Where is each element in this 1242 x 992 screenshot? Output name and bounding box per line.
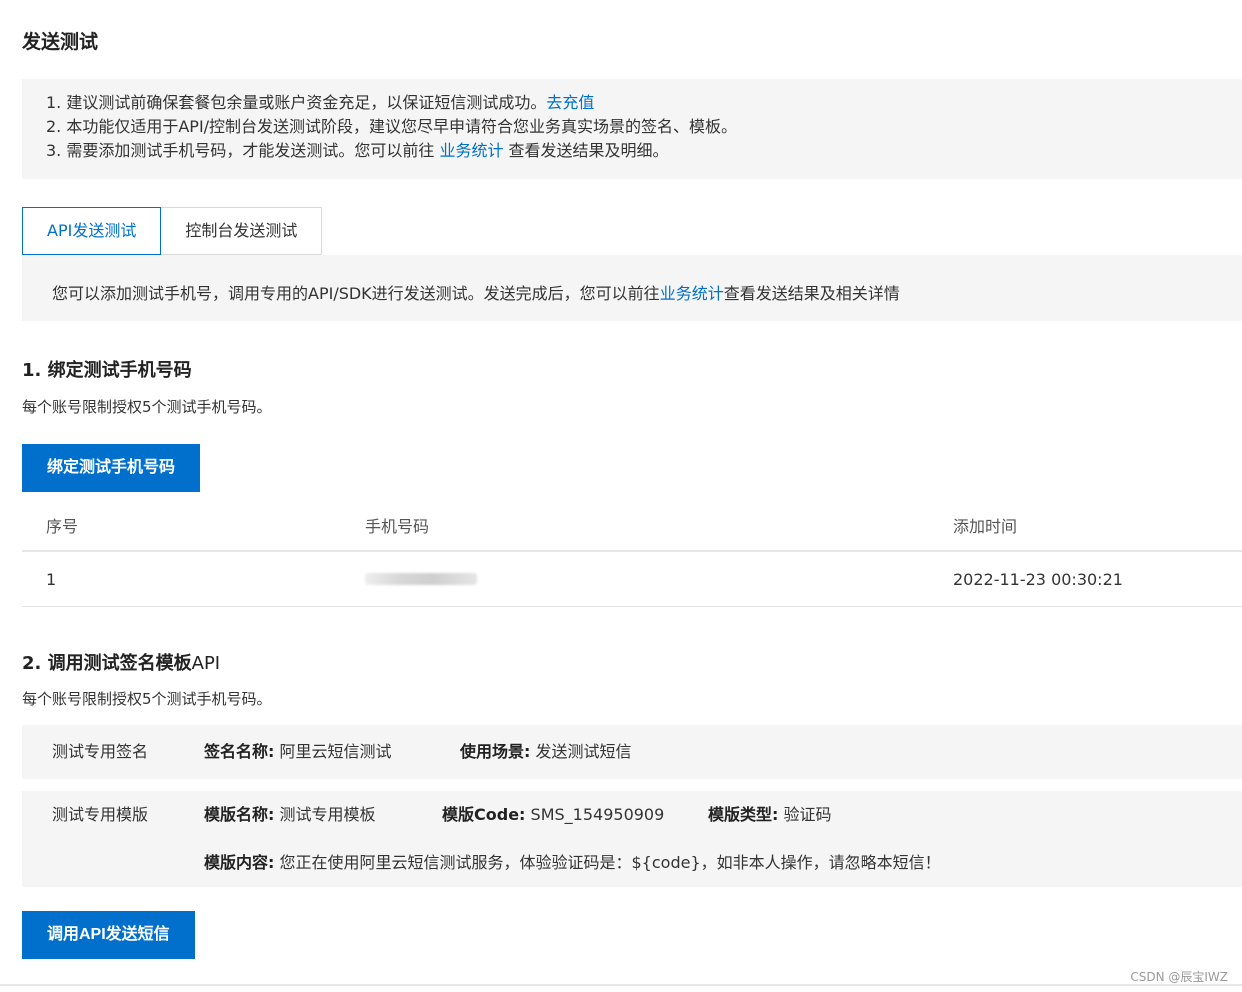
template-code-field: 模版Code: SMS_154950909	[442, 803, 664, 827]
section-2-subtitle: 每个账号限制授权5个测试手机号码。	[22, 690, 272, 708]
template-content-field: 模版内容: 您正在使用阿里云短信测试服务，体验验证码是：${code}，如非本人…	[204, 851, 941, 875]
blurred-phone-number	[365, 573, 477, 585]
template-code-value: SMS_154950909	[530, 805, 665, 824]
csdn-watermark: CSDN @辰宝IWZ	[1130, 970, 1228, 984]
notice-line-3-text: 3. 需要添加测试手机号码，才能发送测试。您可以前往	[46, 141, 440, 160]
row-index: 1	[46, 570, 57, 589]
section-1-subtitle: 每个账号限制授权5个测试手机号码。	[22, 398, 272, 416]
header-index: 序号	[46, 517, 79, 536]
template-content-key: 模版内容:	[204, 853, 275, 872]
signature-scene-field: 使用场景: 发送测试短信	[460, 725, 632, 779]
template-label: 测试专用模版	[52, 805, 149, 824]
section-2-title-bold: 2. 调用测试签名模板	[22, 653, 192, 674]
template-code-key: 模版Code:	[442, 805, 526, 824]
tab-description: 您可以添加测试手机号，调用专用的API/SDK进行发送测试。发送完成后，您可以前…	[22, 255, 1242, 321]
tab-console-send-test[interactable]: 控制台发送测试	[161, 207, 323, 255]
template-name-key: 模版名称:	[204, 805, 275, 824]
template-name-field: 模版名称: 测试专用模板	[204, 803, 376, 827]
notice-panel: 1. 建议测试前确保套餐包余量或账户资金充足，以保证短信测试成功。去充值 2. …	[22, 79, 1242, 179]
signature-label: 测试专用签名	[52, 742, 149, 761]
recharge-link[interactable]: 去充值	[546, 93, 594, 112]
description-text: 您可以添加测试手机号，调用专用的API/SDK进行发送测试。发送完成后，您可以前…	[52, 284, 660, 303]
section-2-title-rest: API	[191, 653, 221, 674]
signature-scene-value: 发送测试短信	[535, 742, 632, 761]
test-mode-tabs: API发送测试 控制台发送测试	[22, 207, 323, 255]
description-tail: 查看发送结果及相关详情	[723, 284, 900, 303]
header-phone: 手机号码	[365, 517, 430, 536]
table-header: 序号 手机号码 添加时间	[22, 502, 1242, 552]
row-added-time: 2022-11-23 00:30:21	[953, 570, 1123, 589]
template-name-value: 测试专用模板	[279, 805, 376, 824]
signature-name-field: 签名名称: 阿里云短信测试	[204, 725, 392, 779]
notice-line-1-text: 1. 建议测试前确保套餐包余量或账户资金充足，以保证短信测试成功。	[46, 93, 547, 112]
section-2-title: 2. 调用测试签名模板API	[22, 649, 220, 675]
test-phone-table: 序号 手机号码 添加时间 1 2022-11-23 00:30:21	[22, 502, 1242, 607]
notice-line-3-tail: 查看发送结果及明细。	[503, 141, 669, 160]
notice-line-2: 2. 本功能仅适用于API/控制台发送测试阶段，建议您尽早申请符合您业务真实场景…	[46, 117, 738, 136]
business-stats-link[interactable]: 业务统计	[439, 141, 503, 160]
template-type-value: 验证码	[783, 805, 832, 824]
bottom-divider	[0, 984, 1242, 986]
template-content-value: 您正在使用阿里云短信测试服务，体验验证码是：${code}，如非本人操作，请忽略…	[279, 853, 941, 872]
call-api-send-sms-button[interactable]: 调用API发送短信	[22, 911, 195, 959]
template-type-field: 模版类型: 验证码	[708, 803, 832, 827]
notice-line-3: 3. 需要添加测试手机号码，才能发送测试。您可以前往 业务统计 查看发送结果及明…	[46, 139, 1242, 163]
send-test-page: 发送测试 1. 建议测试前确保套餐包余量或账户资金充足，以保证短信测试成功。去充…	[0, 0, 1242, 992]
page-title: 发送测试	[22, 31, 99, 53]
header-added-time: 添加时间	[953, 517, 1018, 536]
table-row: 1 2022-11-23 00:30:21	[22, 552, 1242, 607]
template-info-box: 测试专用模版 模版名称: 测试专用模板 模版Code: SMS_15495090…	[22, 791, 1242, 887]
row-phone-masked	[365, 552, 477, 607]
bind-test-phone-button[interactable]: 绑定测试手机号码	[22, 444, 201, 492]
description-stats-link[interactable]: 业务统计	[660, 284, 724, 303]
signature-scene-key: 使用场景:	[460, 742, 531, 761]
tab-api-send-test[interactable]: API发送测试	[22, 207, 162, 255]
notice-line-1: 1. 建议测试前确保套餐包余量或账户资金充足，以保证短信测试成功。去充值	[46, 91, 1242, 115]
signature-name-key: 签名名称:	[204, 742, 275, 761]
section-1-title: 1. 绑定测试手机号码	[22, 360, 192, 381]
signature-name-value: 阿里云短信测试	[279, 742, 392, 761]
template-type-key: 模版类型:	[708, 805, 779, 824]
signature-info-box: 测试专用签名 签名名称: 阿里云短信测试 使用场景: 发送测试短信	[22, 725, 1242, 779]
